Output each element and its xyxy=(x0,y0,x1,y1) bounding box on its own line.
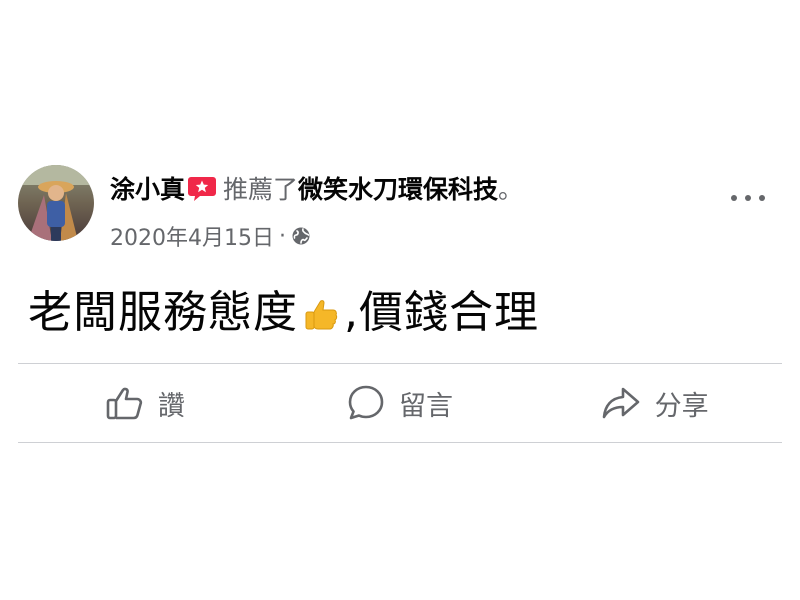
thumbs-up-icon xyxy=(106,387,142,420)
comment-label: 留言 xyxy=(399,390,453,422)
meta-separator: · xyxy=(278,223,286,249)
share-button[interactable]: 分享 xyxy=(527,364,782,442)
globe-icon xyxy=(291,226,311,246)
author-name[interactable]: 涂小真 xyxy=(110,170,185,206)
avatar-photo xyxy=(18,165,94,241)
divider-bottom xyxy=(18,442,782,443)
more-dot xyxy=(759,195,765,201)
action-bar: 讚 留言 分享 xyxy=(18,364,782,442)
header-period: 。 xyxy=(498,175,524,204)
share-label: 分享 xyxy=(654,390,709,422)
comment-button[interactable]: 留言 xyxy=(273,364,528,442)
post-text-part1: 老闆服務態度 xyxy=(28,287,298,338)
thumbs-up-emoji xyxy=(302,294,342,334)
recommend-icon xyxy=(187,176,217,202)
post-text-part2: ,價錢合理 xyxy=(344,287,539,338)
post-body: 老闆服務態度 ,價錢合理 xyxy=(28,276,539,340)
share-icon xyxy=(602,387,639,419)
comment-icon xyxy=(348,385,384,420)
like-label: 讚 xyxy=(157,390,185,422)
post-card: 涂小真 推薦了 微笑水刀環保科技 。 2020年4月15日 · 老闆服務態度 ,… xyxy=(0,0,800,600)
more-options-icon xyxy=(731,195,737,201)
post-date[interactable]: 2020年4月15日 xyxy=(110,220,274,252)
like-button[interactable]: 讚 xyxy=(18,364,273,442)
post-header: 涂小真 推薦了 微笑水刀環保科技 。 xyxy=(110,168,523,208)
more-dot xyxy=(745,195,751,201)
more-options-button[interactable] xyxy=(728,186,768,210)
avatar[interactable] xyxy=(18,165,94,241)
post-meta: 2020年4月15日 · xyxy=(110,220,311,252)
page-name-link[interactable]: 微笑水刀環保科技 xyxy=(298,170,498,206)
recommend-verb: 推薦了 xyxy=(223,175,299,204)
